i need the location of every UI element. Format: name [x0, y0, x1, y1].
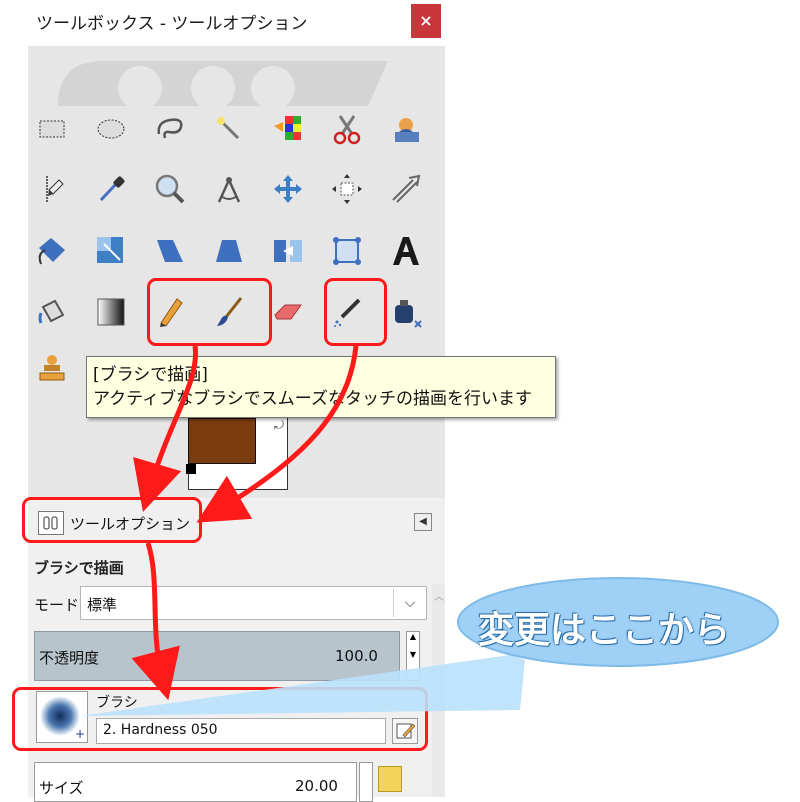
annotation-overlay — [80, 345, 779, 716]
callout-text: 変更はここから — [478, 610, 731, 651]
